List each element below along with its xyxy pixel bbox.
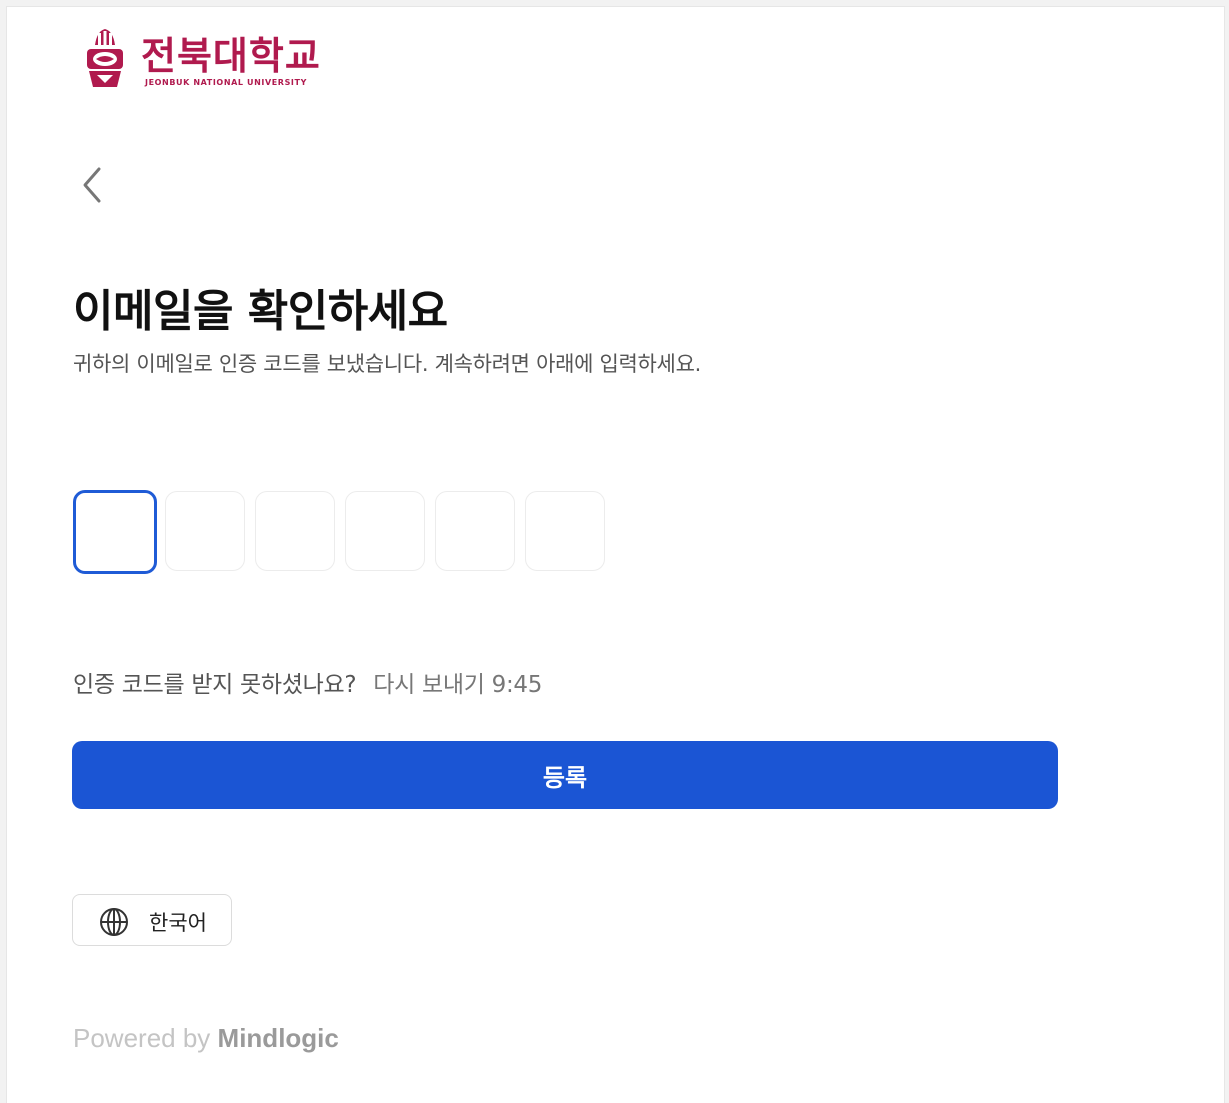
university-name: 전북대학교 [141, 34, 321, 78]
submit-button[interactable]: 등록 [72, 741, 1058, 809]
globe-icon [100, 908, 128, 936]
resend-countdown: 9:45 [491, 672, 543, 698]
powered-by-brand: Mindlogic [217, 1023, 339, 1053]
language-selector[interactable]: 한국어 [72, 894, 232, 946]
code-digit-input[interactable] [345, 491, 425, 571]
university-emblem-icon [87, 29, 123, 87]
university-logo: 전북대학교 JEONBUK NATIONAL UNIVERSITY [79, 23, 349, 97]
page-frame: 전북대학교 JEONBUK NATIONAL UNIVERSITY 이메일을 확… [6, 6, 1225, 1103]
language-label: 한국어 [149, 911, 207, 935]
powered-by-prefix: Powered by [73, 1023, 211, 1053]
page-subtitle: 귀하의 이메일로 인증 코드를 보냈습니다. 계속하려면 아래에 입력하세요. [73, 352, 701, 376]
resend-question: 인증 코드를 받지 못하셨나요? [73, 672, 357, 698]
resend-prompt: 인증 코드를 받지 못하셨나요? 다시 보내기 9:45 [73, 665, 542, 699]
code-digit-input[interactable] [435, 491, 515, 571]
powered-by: Powered by Mindlogic [73, 1023, 339, 1054]
code-digit-input[interactable] [255, 491, 335, 571]
resend-link[interactable]: 다시 보내기 9:45 [373, 672, 542, 698]
back-button[interactable] [73, 157, 117, 213]
code-digit-input[interactable] [73, 490, 157, 574]
chevron-left-icon [83, 167, 101, 203]
page-title: 이메일을 확인하세요 [73, 286, 448, 337]
resend-link-label: 다시 보내기 [373, 672, 485, 698]
university-name-english: JEONBUK NATIONAL UNIVERSITY [145, 78, 307, 87]
submit-button-label: 등록 [542, 763, 588, 792]
code-digit-input[interactable] [525, 491, 605, 571]
code-digit-input[interactable] [165, 491, 245, 571]
